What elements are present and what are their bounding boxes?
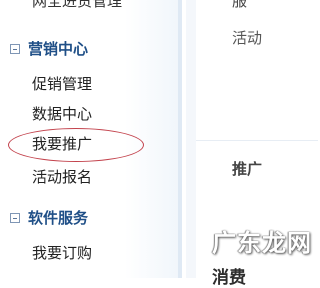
sidebar-item-data-center[interactable]: 数据中心 <box>32 105 92 123</box>
section-title-software-service: 软件服务 <box>28 209 89 227</box>
main-divider-line <box>196 140 318 141</box>
panel-divider <box>178 0 182 278</box>
collapse-icon[interactable] <box>10 213 20 223</box>
main-bottom-cut-text: 消费 <box>212 268 246 288</box>
sidebar-item-order[interactable]: 我要订购 <box>32 244 92 262</box>
main-promote-label: 推广 <box>232 160 263 178</box>
panel-gutter <box>186 0 196 278</box>
sidebar-item-promotion-management[interactable]: 促销管理 <box>32 75 92 93</box>
sidebar: 网全进货管理 营销中心 促销管理 数据中心 我要推广 活动报名 软件服务 我要订… <box>0 0 178 278</box>
sidebar-item-activity-signup[interactable]: 活动报名 <box>32 168 92 186</box>
section-title-marketing-center: 营销中心 <box>28 40 89 58</box>
main-activity-label: 活动 <box>232 29 263 47</box>
sidebar-item-cutoff[interactable]: 网全进货管理 <box>32 0 122 10</box>
section-software-service[interactable]: 软件服务 <box>10 209 88 227</box>
watermark: 广东龙网 <box>212 229 312 257</box>
section-marketing-center[interactable]: 营销中心 <box>10 40 88 58</box>
main-top-cut-text: 服 <box>232 0 248 10</box>
collapse-icon[interactable] <box>10 44 20 54</box>
highlight-oval <box>8 128 144 162</box>
